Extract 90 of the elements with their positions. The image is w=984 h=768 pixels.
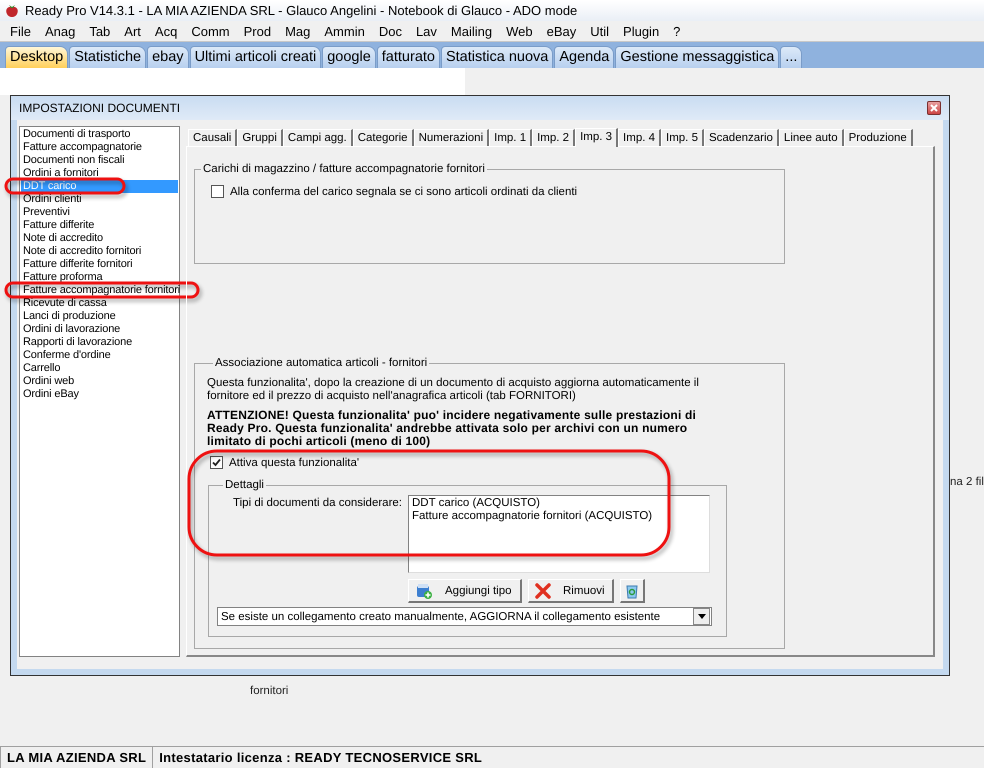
menu-item[interactable]: Util — [583, 24, 616, 38]
menu-item[interactable]: Mag — [278, 24, 318, 38]
list-item[interactable]: Conferme d'ordine — [21, 349, 178, 362]
menu-item[interactable]: eBay — [540, 24, 584, 38]
checkbox[interactable] — [210, 456, 223, 469]
menu-item[interactable]: Doc — [372, 24, 409, 38]
app-tab[interactable]: Statistiche — [69, 46, 146, 68]
list-item[interactable]: Documenti non fiscali — [21, 154, 178, 167]
checkbox-label: Alla conferma del carico segnala se ci sono articoli ordinati da clienti — [230, 186, 578, 198]
list-item[interactable]: Ordini a fornitori — [21, 167, 178, 180]
tab[interactable]: Linee auto — [778, 129, 844, 146]
menu-item[interactable]: Web — [499, 24, 540, 38]
tab[interactable]: Produzione — [844, 129, 913, 146]
app-tab[interactable]: google — [322, 46, 376, 68]
tab[interactable]: Causali — [188, 129, 238, 146]
app-tab[interactable]: Desktop — [5, 46, 68, 68]
app-tab[interactable]: ebay — [147, 46, 189, 68]
tab[interactable]: Imp. 1 — [489, 129, 532, 146]
group-title: Associazione automatica articoli - fornitori — [214, 357, 428, 369]
warning-text: ATTENZIONE! Questa funzionalita' puo' incidere negativamente sulle prestazioni di Ready Pro. Questa funzionalita' andrebbe attivata solo per archivi con un numero limitato di pochi articoli (meno di 100) — [207, 409, 698, 448]
checkbox[interactable] — [211, 185, 224, 198]
app-tab[interactable]: Statistica nuova — [440, 46, 554, 68]
dialog-title: IMPOSTAZIONI DOCUMENTI — [19, 101, 180, 115]
recycle-bin-button[interactable] — [620, 579, 645, 603]
tab[interactable]: Imp. 2 — [532, 129, 576, 146]
tab[interactable]: Gruppi — [237, 129, 283, 146]
remove-button[interactable]: Rimuovi — [528, 579, 614, 603]
menu-item[interactable]: Plugin — [616, 24, 666, 38]
tab[interactable]: Imp. 5 — [661, 129, 704, 146]
checkbox-label: Attiva questa funzionalita' — [229, 456, 360, 468]
list-item[interactable]: DDT carico (ACQUISTO) — [412, 497, 706, 510]
app-tab[interactable]: Agenda — [554, 46, 614, 68]
list-item[interactable]: Ordini clienti — [21, 193, 178, 206]
close-icon — [930, 104, 938, 112]
list-item[interactable]: Ordini web — [21, 375, 178, 388]
add-type-button[interactable]: Aggiungi tipo — [408, 579, 522, 603]
caret-icon — [698, 614, 706, 619]
list-item[interactable]: Rapporti di lavorazione — [21, 336, 178, 349]
list-item[interactable]: Fatture accompagnatorie fornitori — [21, 284, 178, 297]
window-title: Ready Pro V14.3.1 - LA MIA AZIENDA SRL - Glauco Angelini - Notebook di Glauco - ADO mode — [25, 3, 578, 18]
list-item[interactable]: Preventivi — [21, 206, 178, 219]
app-tab[interactable]: Ultimi articoli creati — [190, 46, 322, 68]
list-item[interactable]: Fatture accompagnatorie fornitori (ACQUISTO) — [412, 510, 706, 523]
tab[interactable]: Numerazioni — [414, 129, 490, 146]
menu-item[interactable]: Anag — [38, 24, 82, 38]
list-item[interactable]: Fatture proforma — [21, 271, 178, 284]
group-title: Carichi di magazzino / fatture accompagnatorie fornitori — [202, 163, 486, 175]
list-item[interactable]: Ordini eBay — [21, 388, 178, 401]
status-bar-field: Intestatario licenza : READY TECNOSERVICE SRL — [152, 746, 984, 768]
field-label: Tipi di documenti da considerare: — [232, 496, 402, 511]
group-title: Dettagli — [224, 479, 265, 491]
app-tab[interactable]: ... — [780, 46, 802, 68]
x-icon — [535, 582, 551, 598]
menu-item[interactable]: Ammin — [317, 24, 372, 38]
tab[interactable]: Imp. 3 — [575, 128, 618, 147]
trash-icon — [625, 582, 639, 598]
menu-item[interactable]: Tab — [82, 24, 118, 38]
menu-item[interactable]: Lav — [408, 24, 444, 38]
menu-item[interactable]: Prod — [236, 24, 278, 38]
strawberry-icon — [4, 2, 20, 18]
app-tab[interactable]: fatturato — [376, 46, 440, 68]
desktop-icon-label: fornitori — [250, 685, 288, 697]
list-item[interactable]: Fatture differite fornitori — [21, 258, 178, 271]
list-item[interactable]: Note di accredito fornitori — [21, 245, 178, 258]
menu-item[interactable]: Mailing — [444, 24, 500, 38]
list-item[interactable]: Ordini di lavorazione — [21, 323, 178, 336]
list-item[interactable]: Lanci di produzione — [21, 310, 178, 323]
description-text: Questa funzionalita', dopo la creazione di un documento di acquisto aggiorna automaticamente il fornitore ed il prezzo di acquisto nell'anagrafica articoli (tab FORNITORI) — [207, 377, 700, 403]
app-tab[interactable]: Gestione messaggistica — [615, 46, 780, 68]
desktop-icon-label: na 2 fil — [950, 476, 984, 488]
mode-dropdown[interactable]: Se esiste un collegamento creato manualmente, AGGIORNA il collegamento esistente — [217, 607, 712, 626]
menu-item[interactable]: Acq — [148, 24, 184, 38]
list-item[interactable]: Ricevute di cassa — [21, 297, 178, 310]
menu-item[interactable]: ? — [666, 24, 688, 38]
list-item[interactable]: Fatture differite — [21, 219, 178, 232]
list-item[interactable]: Carrello — [21, 362, 178, 375]
tab[interactable]: Categorie — [352, 129, 414, 146]
check-icon — [212, 458, 221, 467]
list-item[interactable]: Documenti di trasporto — [21, 128, 178, 141]
tab[interactable]: Imp. 4 — [618, 129, 662, 146]
list-item[interactable]: Fatture accompagnatorie — [21, 141, 178, 154]
menu-item[interactable]: Art — [117, 24, 148, 38]
list-item[interactable]: Note di accredito — [21, 232, 178, 245]
menu-item[interactable]: File — [3, 24, 38, 38]
tab[interactable]: Scadenzario — [704, 129, 779, 146]
tab[interactable]: Campi agg. — [282, 129, 353, 146]
menu-item[interactable]: Comm — [184, 24, 237, 38]
status-bar-field: LA MIA AZIENDA SRL — [0, 746, 152, 768]
add-folder-icon — [415, 582, 433, 600]
close-button[interactable] — [927, 101, 941, 115]
